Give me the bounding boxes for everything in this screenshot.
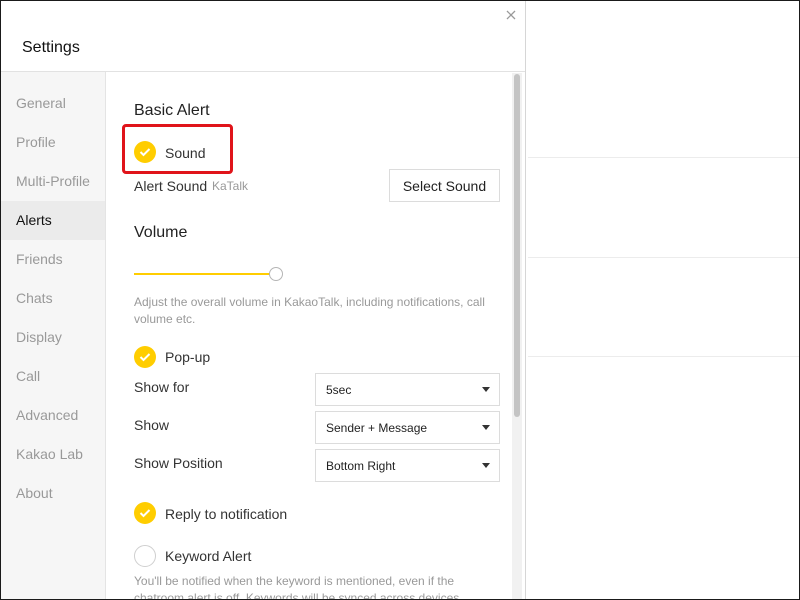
sidebar-item-call[interactable]: Call — [1, 357, 105, 396]
sidebar-item-kakao-lab[interactable]: Kakao Lab — [1, 435, 105, 474]
select-sound-button[interactable]: Select Sound — [389, 169, 500, 202]
sidebar-item-label: Friends — [16, 251, 63, 267]
sidebar-item-label: Kakao Lab — [16, 446, 83, 462]
sidebar-item-label: Alerts — [16, 212, 52, 228]
slider-fill — [134, 273, 270, 275]
scrollbar[interactable] — [512, 73, 522, 599]
sidebar-item-friends[interactable]: Friends — [1, 240, 105, 279]
sidebar-item-alerts[interactable]: Alerts — [1, 201, 105, 240]
keyword-alert-label: Keyword Alert — [165, 548, 252, 564]
show-for-label: Show for — [134, 379, 190, 395]
sidebar-item-label: Multi-Profile — [16, 173, 90, 189]
sidebar-item-label: Profile — [16, 134, 56, 150]
sidebar-item-about[interactable]: About — [1, 474, 105, 513]
sidebar-item-label: Call — [16, 368, 41, 384]
select-value: Sender + Message — [326, 421, 428, 435]
sidebar-item-label: General — [16, 95, 66, 111]
sidebar-item-profile[interactable]: Profile — [1, 123, 105, 162]
dropdown-arrow-icon — [482, 425, 490, 430]
divider — [528, 257, 799, 258]
screen: Settings General Profile Multi-Profile A… — [0, 0, 800, 600]
show-for-select[interactable]: 5sec — [315, 373, 500, 406]
settings-sidebar: General Profile Multi-Profile Alerts Fri… — [1, 72, 106, 599]
check-icon — [139, 353, 151, 362]
show-select[interactable]: Sender + Message — [315, 411, 500, 444]
keyword-alert-description: You'll be notified when the keyword is m… — [134, 574, 463, 599]
alert-sound-value: KaTalk — [212, 179, 249, 193]
sidebar-item-chats[interactable]: Chats — [1, 279, 105, 318]
reply-label: Reply to notification — [165, 506, 288, 522]
basic-alert-heading: Basic Alert — [134, 102, 210, 119]
volume-heading: Volume — [134, 224, 188, 241]
sidebar-item-label: About — [16, 485, 53, 501]
check-icon — [139, 509, 151, 518]
divider — [528, 356, 799, 357]
show-position-label: Show Position — [134, 455, 223, 471]
sidebar-item-label: Chats — [16, 290, 53, 306]
divider — [528, 157, 799, 158]
background-chat-window — [526, 1, 799, 599]
dropdown-arrow-icon — [482, 463, 490, 468]
keyword-alert-checkbox[interactable] — [134, 545, 156, 567]
select-value: Bottom Right — [326, 459, 396, 473]
settings-window: Settings General Profile Multi-Profile A… — [1, 1, 526, 599]
volume-description: Adjust the overall volume in KakaoTalk, … — [134, 295, 485, 326]
show-label: Show — [134, 417, 170, 433]
popup-checkbox[interactable] — [134, 346, 156, 368]
popup-label: Pop-up — [165, 349, 211, 365]
slider-knob[interactable] — [269, 267, 283, 281]
reply-checkbox[interactable] — [134, 502, 156, 524]
sidebar-item-display[interactable]: Display — [1, 318, 105, 357]
close-icon — [506, 10, 516, 20]
window-title: Settings — [22, 39, 80, 56]
sidebar-item-label: Advanced — [16, 407, 79, 423]
sidebar-item-advanced[interactable]: Advanced — [1, 396, 105, 435]
dropdown-arrow-icon — [482, 387, 490, 392]
sidebar-item-general[interactable]: General — [1, 84, 105, 123]
select-value: 5sec — [326, 383, 352, 397]
close-button[interactable] — [503, 7, 519, 23]
volume-slider[interactable] — [134, 266, 283, 282]
show-position-select[interactable]: Bottom Right — [315, 449, 500, 482]
alert-sound-label: Alert Sound — [134, 178, 208, 194]
scrollbar-thumb[interactable] — [514, 74, 520, 417]
sidebar-item-multi-profile[interactable]: Multi-Profile — [1, 162, 105, 201]
highlight-box — [122, 124, 233, 174]
sidebar-item-label: Display — [16, 329, 62, 345]
